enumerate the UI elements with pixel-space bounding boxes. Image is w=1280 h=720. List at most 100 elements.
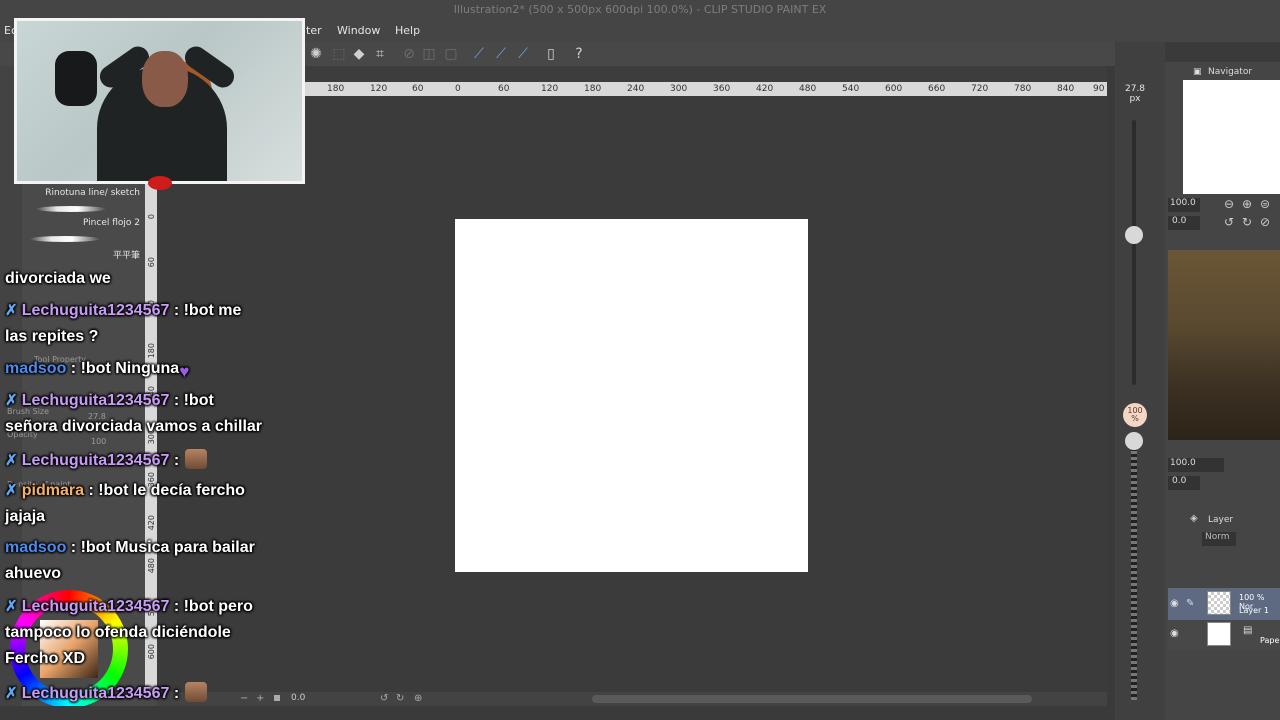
eye-icon[interactable]: ◉ (1170, 598, 1179, 609)
snap-special-ruler-icon[interactable]: ⟋ (492, 45, 510, 63)
layer-panel-icon: ◈ (1190, 513, 1198, 524)
chat-text: : !bot Ninguna (66, 360, 180, 377)
webcam-face (142, 51, 188, 107)
reset-rotation-icon[interactable]: ⊕ (414, 693, 422, 704)
menu-window[interactable]: Window (337, 24, 380, 37)
brush-label[interactable]: Pincel flojo 2 (30, 218, 140, 228)
webcam-decoration (148, 176, 172, 190)
chat-text: tampoco lo ofenda diciéndole (5, 624, 231, 641)
layer-panel-title[interactable]: Layer (1208, 515, 1233, 525)
navigator-angle[interactable]: 0.0 (1168, 216, 1200, 230)
fill-selection-icon[interactable]: ▢ (442, 45, 460, 63)
chat-text: las repites ? (5, 328, 99, 345)
ruler-tick-label: 90 (1093, 84, 1105, 94)
help-icon[interactable]: ? (570, 45, 588, 63)
chat-text: : !bot me (169, 302, 242, 319)
chat-text: : (169, 685, 180, 702)
horizontal-scrollbar[interactable] (592, 695, 1032, 703)
snap-grid-icon[interactable]: ⟋ (514, 45, 532, 63)
zoom-in-icon[interactable]: ⊕ (1242, 197, 1252, 211)
chat-text: : !bot Musica para bailar (66, 539, 255, 556)
window-title: Illustration2* (500 x 500px 600dpi 100.0… (453, 3, 827, 16)
snap-ruler-icon[interactable]: ⟋ (470, 45, 488, 63)
brush-size-slider[interactable] (1132, 120, 1136, 385)
chat-message: divorciada we (5, 270, 111, 288)
zoom-out-icon[interactable]: − (240, 693, 248, 704)
webcam-overlay (14, 18, 305, 184)
transform-icon[interactable]: ⬚ (330, 45, 348, 63)
ruler-tick-label: 120 (370, 84, 388, 94)
loading-icon[interactable]: ✺ (307, 45, 325, 63)
crop-icon[interactable]: ⌗ (371, 45, 389, 63)
chat-username: Lechuguita1234567 (21, 392, 170, 409)
eye-icon[interactable]: ◉ (1170, 628, 1179, 639)
face-emote-icon (185, 682, 208, 702)
fill-icon[interactable]: ◆ (350, 45, 368, 63)
ruler-tick-label: 0 (147, 214, 156, 220)
webcam-bag (55, 51, 97, 106)
chat-username: Lechuguita1234567 (21, 452, 170, 469)
ruler-tick-label: 60 (147, 257, 156, 268)
fit-icon[interactable] (274, 695, 280, 701)
chat-text: Fercho XD (5, 650, 86, 667)
smartphone-icon[interactable]: ▯ (542, 45, 560, 63)
chat-message: madsoo : !bot Musica para bailar (5, 539, 255, 557)
chat-message: ✗ Lechuguita1234567 : !bot pero (5, 597, 253, 616)
layer-name: Pape (1260, 636, 1280, 645)
chat-message: ✗ Lechuguita1234567 : !bot me (5, 301, 241, 320)
opacity-value[interactable]: 100 (91, 437, 106, 446)
ruler-tick-label: 600 (885, 84, 903, 94)
menu-help[interactable]: Help (395, 24, 420, 37)
subview-zoom[interactable]: 100.0 (1168, 458, 1224, 472)
ruler-tick-label: 480 (147, 558, 156, 574)
sword-badge-icon: ✗ (5, 598, 22, 615)
rotate-right-icon[interactable]: ↻ (396, 693, 404, 704)
chat-message: Fercho XD (5, 650, 85, 668)
sub-view-preview[interactable] (1168, 250, 1280, 440)
sword-badge-icon: ✗ (5, 685, 22, 702)
chat-text: : !bot (169, 392, 214, 409)
zoom-out-icon[interactable]: ⊖ (1224, 197, 1234, 211)
menu-filter[interactable]: ter (306, 24, 322, 37)
chat-message: jajaja (5, 508, 45, 526)
chat-text: : (169, 452, 180, 469)
ruler-tick-label: 600 (147, 644, 156, 660)
ruler-tick-label: 360 (713, 84, 731, 94)
navigator-title[interactable]: Navigator (1208, 67, 1252, 77)
ruler-tick-label: 420 (147, 515, 156, 531)
rotate-left-icon[interactable]: ↺ (380, 693, 388, 704)
chat-text: señora divorciada vamos a chillar (5, 418, 263, 435)
blend-mode-select[interactable]: Norm (1202, 532, 1236, 546)
brush-size-slider-knob[interactable] (1125, 226, 1143, 244)
rotate-right-icon[interactable]: ↻ (1242, 215, 1252, 229)
navigator-preview[interactable] (1183, 80, 1280, 194)
size-value: 27.8 (1124, 84, 1146, 94)
chat-message: ✗ pidmara : !bot le decía fercho (5, 481, 245, 500)
chat-text: divorciada we (5, 270, 111, 287)
reset-rotation-icon[interactable]: ⊘ (1260, 215, 1270, 229)
ruler-tick-label: 240 (627, 84, 645, 94)
chat-message: ✗ Lechuguita1234567 : !bot (5, 391, 214, 410)
chat-text: : !bot pero (169, 598, 253, 615)
snap-off-icon[interactable]: ◫ (420, 45, 438, 63)
chat-message: ✗ Lechuguita1234567 : (5, 682, 208, 703)
zoom-in-icon[interactable]: + (256, 693, 264, 704)
clear-icon[interactable]: ⊘ (400, 45, 418, 63)
rotate-left-icon[interactable]: ↺ (1224, 215, 1234, 229)
brush-label[interactable]: Rinotuna line/ sketch (30, 188, 140, 198)
status-zoom[interactable]: 0.0 (291, 693, 305, 703)
subview-angle[interactable]: 0.0 (1168, 476, 1200, 490)
drawing-canvas[interactable] (455, 219, 808, 572)
ruler-tick-label: 180 (584, 84, 602, 94)
brush-preview (30, 236, 100, 242)
ruler-tick-label: 480 (799, 84, 817, 94)
opacity-slider-knob[interactable] (1125, 432, 1143, 450)
navigator-zoom[interactable]: 100.0 (1168, 198, 1200, 212)
sword-badge-icon: ✗ (5, 452, 22, 469)
fit-view-icon[interactable]: ⊜ (1260, 197, 1270, 211)
size-readout: 27.8 px (1122, 84, 1148, 104)
slider-column (1115, 42, 1165, 720)
ruler-tick-label: 60 (412, 84, 424, 94)
opacity-slider[interactable] (1131, 440, 1137, 700)
brush-label[interactable]: 平平筆 (30, 248, 140, 261)
